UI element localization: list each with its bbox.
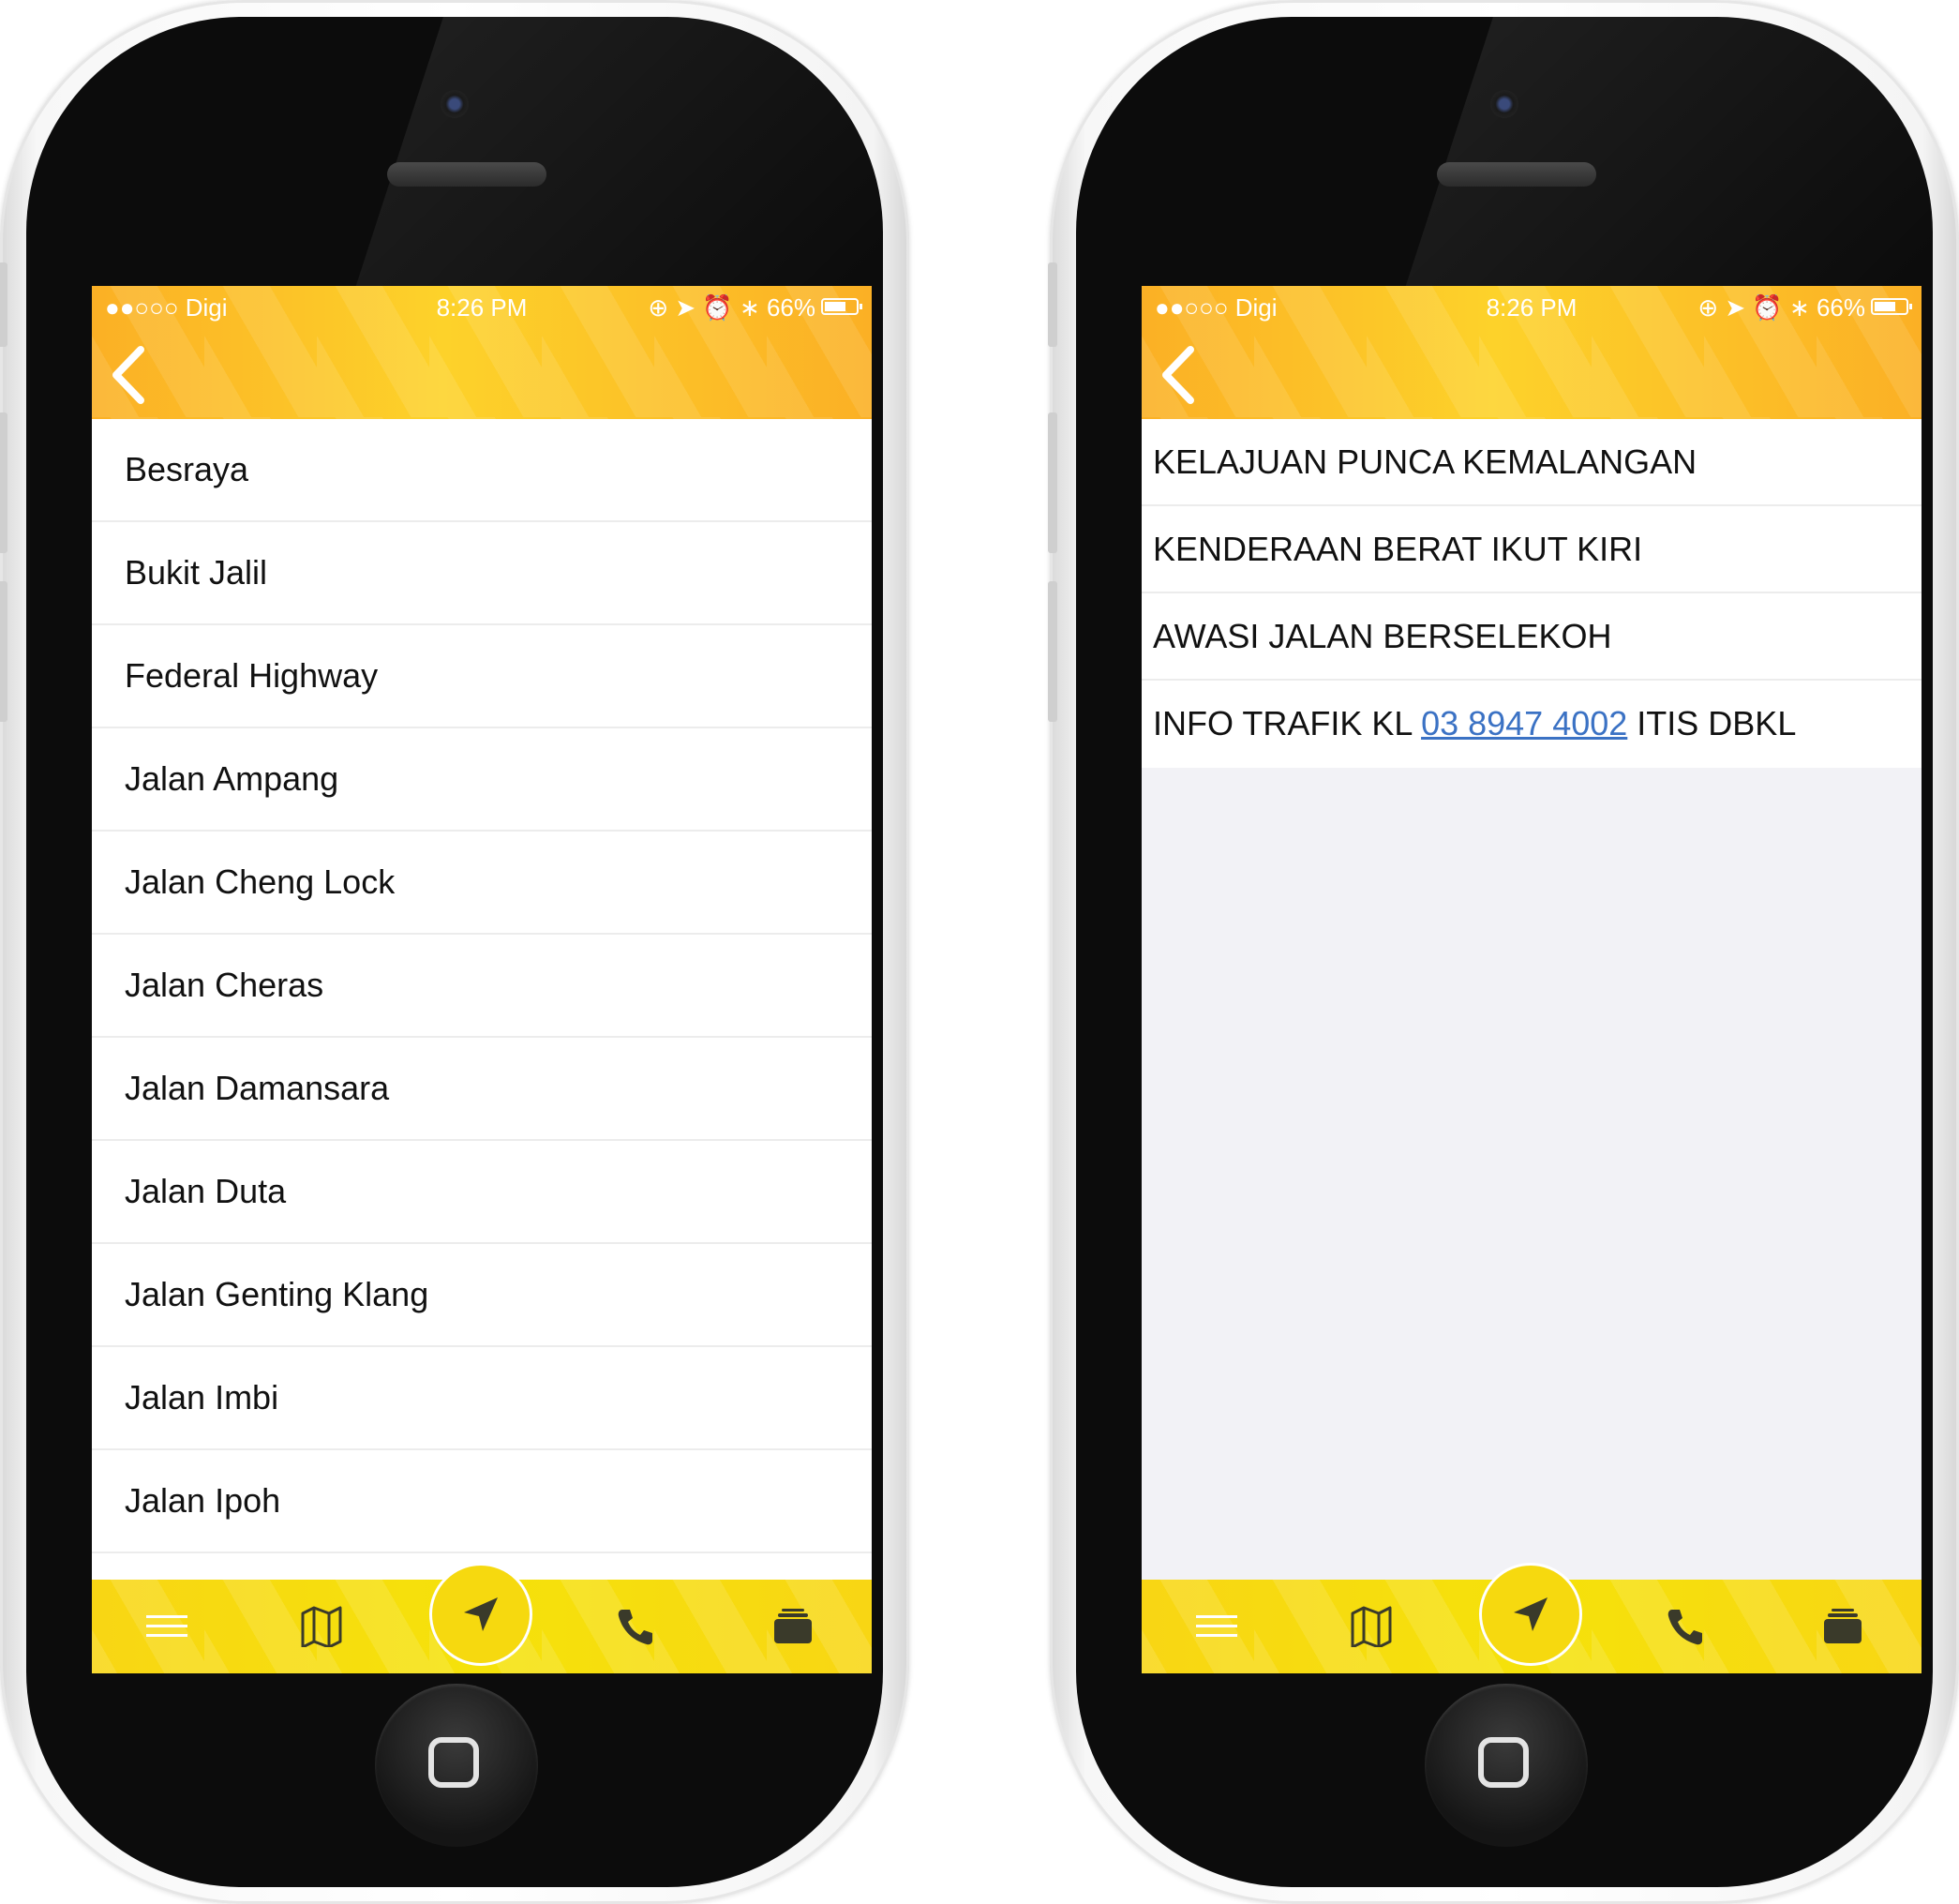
traffic-info-suffix: ITIS DBKL — [1627, 704, 1797, 742]
screen-road-list: ●●○○○ Digi 8:26 PM ⊕ ➤ ⏰ ∗ 66% Besraya B… — [92, 286, 872, 1673]
tab-map[interactable] — [275, 1580, 368, 1673]
battery-icon — [1871, 298, 1912, 315]
mute-switch — [1048, 262, 1057, 347]
mute-switch — [0, 262, 7, 347]
list-item[interactable]: Jalan Imbi — [92, 1347, 872, 1450]
volume-up-key — [0, 412, 7, 553]
earpiece-speaker — [387, 162, 546, 187]
phone-frame-left: ●●○○○ Digi 8:26 PM ⊕ ➤ ⏰ ∗ 66% Besraya B… — [0, 0, 909, 1904]
traffic-info-prefix: INFO TRAFIK KL — [1153, 704, 1422, 742]
tab-bar — [92, 1563, 872, 1673]
list-item[interactable]: Besraya — [92, 419, 872, 522]
battery-label: 66% — [1816, 293, 1865, 322]
chevron-left-icon — [112, 346, 144, 404]
road-list: Besraya Bukit Jalil Federal Highway Jala… — [92, 419, 872, 1657]
back-button[interactable] — [1155, 342, 1202, 408]
hotline-phone-link[interactable]: 03 8947 4002 — [1421, 704, 1627, 742]
chevron-left-icon — [1162, 346, 1194, 404]
device-mockup-stage: ●●○○○ Digi 8:26 PM ⊕ ➤ ⏰ ∗ 66% Besraya B… — [0, 0, 1959, 1904]
map-icon — [301, 1606, 342, 1647]
battery-percentage: ⊕ ➤ ⏰ ∗ 66% — [1697, 286, 1865, 329]
tab-menu[interactable] — [1170, 1580, 1264, 1673]
battery-icon — [821, 298, 862, 315]
list-item[interactable]: Jalan Damansara — [92, 1038, 872, 1141]
home-square-icon — [1478, 1737, 1529, 1788]
tab-navigation[interactable] — [1479, 1563, 1582, 1666]
home-button[interactable] — [375, 1684, 538, 1847]
phone-icon — [1667, 1610, 1702, 1645]
phone-frame-right: ●●○○○ Digi 8:26 PM ⊕ ➤ ⏰ ∗ 66% KELAJUAN … — [1048, 0, 1959, 1904]
earpiece-speaker — [1437, 162, 1596, 187]
status-indicator-icons: ⊕ ➤ ⏰ ∗ — [1697, 293, 1817, 322]
list-item[interactable]: Jalan Cheng Lock — [92, 832, 872, 935]
home-button[interactable] — [1425, 1684, 1588, 1847]
navigation-icon — [464, 1597, 498, 1631]
screen-road-notices: ●●○○○ Digi 8:26 PM ⊕ ➤ ⏰ ∗ 66% KELAJUAN … — [1142, 286, 1922, 1673]
tab-navigation[interactable] — [429, 1563, 532, 1666]
home-square-icon — [428, 1737, 479, 1788]
battery-label: 66% — [766, 293, 815, 322]
status-bar: ●●○○○ Digi 8:26 PM ⊕ ➤ ⏰ ∗ 66% — [1142, 286, 1922, 329]
front-camera — [441, 90, 469, 118]
tab-briefcase[interactable] — [1796, 1580, 1890, 1673]
phone-bezel-left: ●●○○○ Digi 8:26 PM ⊕ ➤ ⏰ ∗ 66% Besraya B… — [26, 17, 883, 1887]
phone-bezel-right: ●●○○○ Digi 8:26 PM ⊕ ➤ ⏰ ∗ 66% KELAJUAN … — [1076, 17, 1933, 1887]
volume-down-key — [1048, 581, 1057, 722]
menu-icon — [146, 1615, 187, 1637]
app-header: ●●○○○ Digi 8:26 PM ⊕ ➤ ⏰ ∗ 66% — [1142, 286, 1922, 419]
notice-item: KELAJUAN PUNCA KEMALANGAN — [1142, 419, 1922, 506]
notice-list: KELAJUAN PUNCA KEMALANGAN KENDERAAN BERA… — [1142, 419, 1922, 768]
list-item[interactable]: Jalan Genting Klang — [92, 1244, 872, 1347]
phone-icon — [618, 1610, 652, 1645]
front-camera — [1490, 90, 1518, 118]
list-item[interactable]: Jalan Duta — [92, 1141, 872, 1244]
tab-map[interactable] — [1324, 1580, 1418, 1673]
list-item[interactable]: Jalan Ipoh — [92, 1450, 872, 1553]
notice-item: KENDERAAN BERAT IKUT KIRI — [1142, 506, 1922, 593]
map-icon — [1351, 1606, 1392, 1647]
list-item[interactable]: Jalan Cheras — [92, 935, 872, 1038]
menu-icon — [1196, 1615, 1237, 1637]
briefcase-icon — [1824, 1609, 1862, 1643]
notice-item: AWASI JALAN BERSELEKOH — [1142, 593, 1922, 681]
tab-briefcase[interactable] — [746, 1580, 840, 1673]
list-item[interactable]: Jalan Ampang — [92, 728, 872, 832]
tab-call[interactable] — [1638, 1580, 1732, 1673]
list-item[interactable]: Bukit Jalil — [92, 522, 872, 625]
briefcase-icon — [774, 1609, 812, 1643]
volume-down-key — [0, 581, 7, 722]
status-indicator-icons: ⊕ ➤ ⏰ ∗ — [648, 293, 767, 322]
traffic-info-item: INFO TRAFIK KL 03 8947 4002 ITIS DBKL — [1142, 681, 1922, 768]
back-button[interactable] — [105, 342, 152, 408]
battery-percentage: ⊕ ➤ ⏰ ∗ 66% — [648, 286, 815, 329]
status-bar: ●●○○○ Digi 8:26 PM ⊕ ➤ ⏰ ∗ 66% — [92, 286, 872, 329]
volume-up-key — [1048, 412, 1057, 553]
app-header: ●●○○○ Digi 8:26 PM ⊕ ➤ ⏰ ∗ 66% — [92, 286, 872, 419]
list-item[interactable]: Federal Highway — [92, 625, 872, 728]
tab-menu[interactable] — [120, 1580, 214, 1673]
navigation-icon — [1514, 1597, 1548, 1631]
tab-call[interactable] — [589, 1580, 682, 1673]
tab-bar — [1142, 1563, 1922, 1673]
